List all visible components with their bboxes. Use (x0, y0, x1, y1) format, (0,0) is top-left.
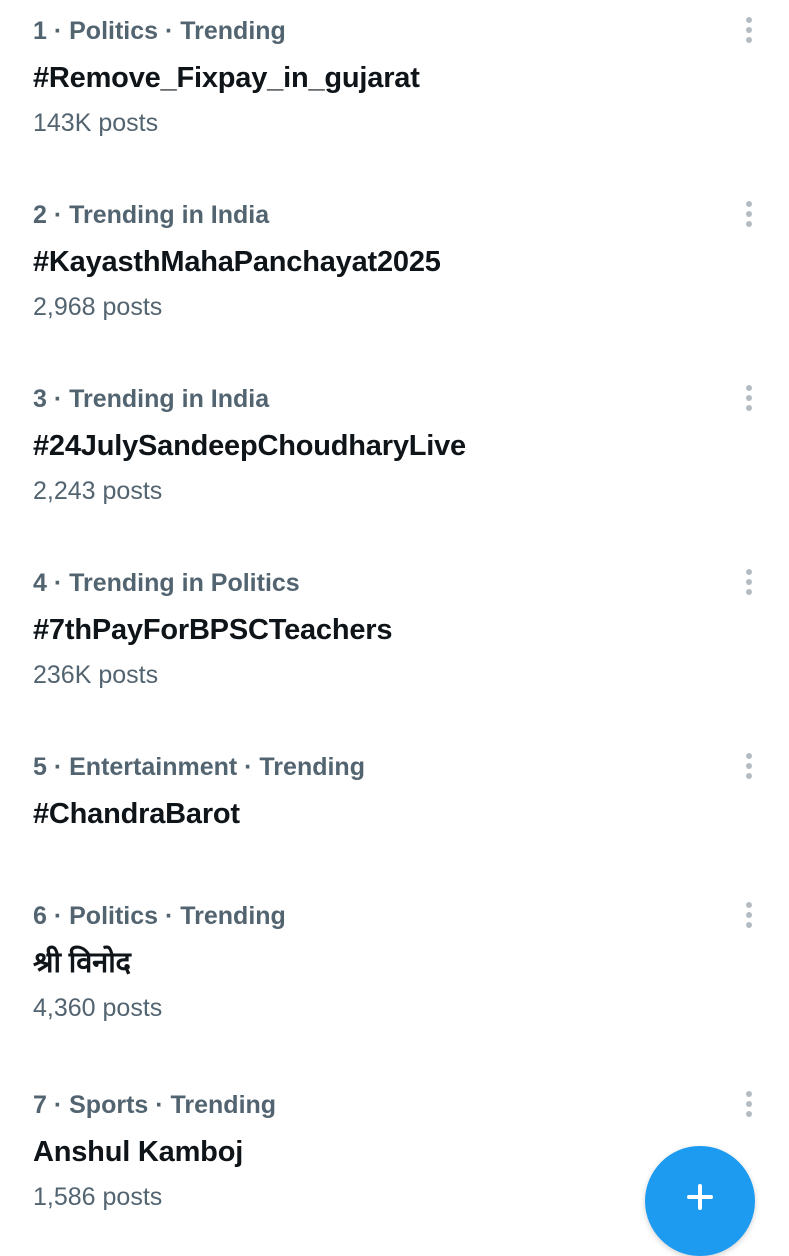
more-vertical-icon (746, 1091, 752, 1117)
more-vertical-icon (746, 201, 752, 227)
trend-meta: 1 · Politics · Trending (33, 17, 286, 45)
trend-meta: 4 · Trending in Politics (33, 569, 300, 597)
more-vertical-icon (746, 753, 752, 779)
more-vertical-icon (746, 569, 752, 595)
trend-meta: 2 · Trending in India (33, 201, 270, 229)
more-options-button[interactable] (730, 10, 768, 50)
more-options-button[interactable] (730, 1084, 768, 1124)
trend-title: Anshul Kamboj (33, 1136, 244, 1168)
more-options-button[interactable] (730, 562, 768, 602)
trend-title: #24JulySandeepChoudharyLive (33, 430, 466, 462)
trend-meta: 6 · Politics · Trending (33, 902, 286, 930)
trend-post-count: 4,360 posts (33, 994, 163, 1022)
more-vertical-icon (746, 902, 752, 928)
more-options-button[interactable] (730, 378, 768, 418)
trend-meta: 3 · Trending in India (33, 385, 270, 413)
trend-post-count: 143K posts (33, 109, 159, 137)
more-vertical-icon (746, 17, 752, 43)
trend-title: #Remove_Fixpay_in_gujarat (33, 62, 420, 94)
trend-post-count: 2,968 posts (33, 293, 163, 321)
plus-icon (687, 1184, 713, 1210)
trend-post-count: 1,586 posts (33, 1183, 163, 1211)
trend-meta: 5 · Entertainment · Trending (33, 753, 365, 781)
trend-post-count: 236K posts (33, 661, 159, 689)
trends-list: 1 · Politics · Trending #Remove_Fixpay_i… (0, 0, 789, 1211)
trend-post-count: 2,243 posts (33, 477, 163, 505)
trend-title: #7thPayForBPSCTeachers (33, 614, 393, 646)
trend-meta: 7 · Sports · Trending (33, 1091, 277, 1119)
trend-title: श्री विनोद (33, 947, 131, 979)
more-vertical-icon (746, 385, 752, 411)
compose-button[interactable] (645, 1146, 755, 1256)
trend-title: #ChandraBarot (33, 798, 240, 830)
more-options-button[interactable] (730, 895, 768, 935)
trend-title: #KayasthMahaPanchayat2025 (33, 246, 441, 278)
more-options-button[interactable] (730, 746, 768, 786)
more-options-button[interactable] (730, 194, 768, 234)
